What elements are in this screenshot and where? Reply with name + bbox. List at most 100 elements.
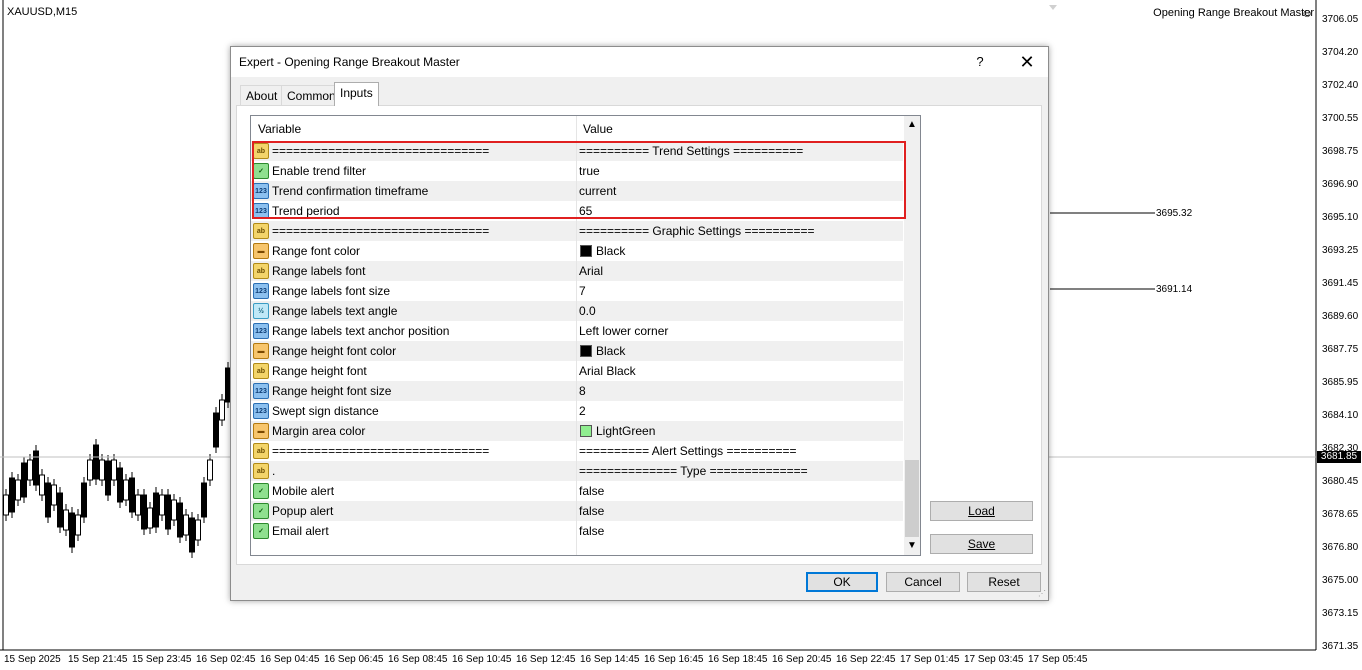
smiley-icon[interactable]: ☺ xyxy=(1301,7,1313,19)
value-cell[interactable]: LightGreen xyxy=(596,424,655,438)
table-row[interactable]: ✓ Popup alert false xyxy=(251,501,903,521)
cancel-button[interactable]: Cancel xyxy=(886,572,960,592)
num-icon: 123 xyxy=(253,183,269,199)
table-row[interactable]: ab =============================== =======… xyxy=(251,141,903,161)
price-tick-label: 3689.60 xyxy=(1322,311,1359,322)
value-cell[interactable]: false xyxy=(579,524,604,538)
color-swatch[interactable] xyxy=(580,245,592,257)
reset-button[interactable]: Reset xyxy=(967,572,1041,592)
candle xyxy=(105,460,111,496)
table-row[interactable]: 123 Trend confirmation timeframe current xyxy=(251,181,903,201)
num-icon: 123 xyxy=(253,283,269,299)
tab-about[interactable]: About xyxy=(240,85,284,105)
candle xyxy=(69,512,75,548)
table-row[interactable]: ½ Range labels text angle 0.0 xyxy=(251,301,903,321)
scroll-down-icon[interactable]: ▼ xyxy=(904,539,920,553)
variable-cell: Email alert xyxy=(272,524,329,538)
value-cell[interactable]: false xyxy=(579,484,604,498)
table-row[interactable]: ▬ Range height font color Black xyxy=(251,341,903,361)
table-row[interactable]: ✓ Mobile alert false xyxy=(251,481,903,501)
value-cell[interactable]: 0.0 xyxy=(579,304,596,318)
tab-common[interactable]: Common xyxy=(281,85,342,105)
table-row[interactable]: 123 Range labels text anchor position Left… xyxy=(251,321,903,341)
grid-header: Variable Value xyxy=(251,116,903,142)
price-tick-label: 3671.35 xyxy=(1322,641,1359,652)
tab-inputs[interactable]: Inputs xyxy=(334,82,379,106)
candle xyxy=(93,444,99,480)
variable-cell: Range labels font xyxy=(272,264,366,278)
value-cell[interactable]: false xyxy=(579,504,604,518)
value-cell[interactable]: 2 xyxy=(579,404,586,418)
close-button[interactable]: ✕ xyxy=(1013,51,1041,73)
dialog-title: Expert - Opening Range Breakout Master xyxy=(239,55,460,69)
variable-cell: Range labels text angle xyxy=(272,304,398,318)
value-cell[interactable]: ============== Type ============== xyxy=(579,464,808,478)
price-tick-label: 3704.20 xyxy=(1322,47,1359,58)
load-button[interactable]: Load xyxy=(930,501,1033,521)
table-row[interactable]: 123 Trend period 65 xyxy=(251,201,903,221)
candle xyxy=(87,459,93,481)
ab-icon: ab xyxy=(253,223,269,239)
column-separator[interactable] xyxy=(576,116,577,555)
color-icon: ▬ xyxy=(253,243,269,259)
table-row[interactable]: ab Range labels font Arial xyxy=(251,261,903,281)
table-row[interactable]: ✓ Enable trend filter true xyxy=(251,161,903,181)
value-cell[interactable]: ========== Alert Settings ========== xyxy=(579,444,797,458)
table-row[interactable]: ▬ Range font color Black xyxy=(251,241,903,261)
candle xyxy=(57,492,63,528)
time-tick-label: 16 Sep 04:45 xyxy=(260,654,320,665)
value-cell[interactable]: Black xyxy=(596,344,625,358)
table-row[interactable]: ab =============================== =======… xyxy=(251,441,903,461)
value-cell[interactable]: 7 xyxy=(579,284,586,298)
ok-button[interactable]: OK xyxy=(806,572,878,592)
bool-icon: ✓ xyxy=(253,523,269,539)
inputs-panel: Variable Value ab =======================… xyxy=(236,105,1042,565)
table-row[interactable]: ✓ Email alert false xyxy=(251,521,903,541)
column-header-value[interactable]: Value xyxy=(583,122,613,136)
table-row[interactable]: 123 Range labels font size 7 xyxy=(251,281,903,301)
expert-name-label: Opening Range Breakout Master xyxy=(1153,7,1314,19)
variable-cell: . xyxy=(272,464,276,478)
num-icon: 123 xyxy=(253,203,269,219)
ab-icon: ab xyxy=(253,263,269,279)
color-swatch[interactable] xyxy=(580,425,592,437)
table-row[interactable]: 123 Range height font size 8 xyxy=(251,381,903,401)
dialog-titlebar[interactable]: Expert - Opening Range Breakout Master ?… xyxy=(231,47,1048,77)
value-cell[interactable]: true xyxy=(579,164,600,178)
value-cell[interactable]: 65 xyxy=(579,204,592,218)
column-header-variable[interactable]: Variable xyxy=(258,122,301,136)
value-cell[interactable]: current xyxy=(579,184,616,198)
table-row[interactable]: ab =============================== =======… xyxy=(251,221,903,241)
value-cell[interactable]: Arial Black xyxy=(579,364,636,378)
vertical-scrollbar[interactable]: ▲ ▼ xyxy=(904,116,920,555)
value-cell[interactable]: Left lower corner xyxy=(579,324,668,338)
candle xyxy=(135,494,141,516)
value-cell[interactable]: Arial xyxy=(579,264,603,278)
help-button[interactable]: ? xyxy=(969,51,991,73)
color-swatch[interactable] xyxy=(580,345,592,357)
table-row[interactable]: 123 Swept sign distance 2 xyxy=(251,401,903,421)
price-tick-label: 3695.10 xyxy=(1322,212,1359,223)
value-cell[interactable]: Black xyxy=(596,244,625,258)
variable-cell: Swept sign distance xyxy=(272,404,379,418)
value-cell[interactable]: ========== Graphic Settings ========== xyxy=(579,224,815,238)
ab-icon: ab xyxy=(253,363,269,379)
scroll-thumb[interactable] xyxy=(905,460,919,537)
resize-grip-icon[interactable]: ⋰ xyxy=(1038,590,1046,598)
scroll-up-icon[interactable]: ▲ xyxy=(904,118,920,132)
ab-icon: ab xyxy=(253,443,269,459)
variable-cell: =============================== xyxy=(272,444,490,458)
value-cell[interactable]: 8 xyxy=(579,384,586,398)
table-row[interactable]: ▬ Margin area color LightGreen xyxy=(251,421,903,441)
time-tick-label: 15 Sep 2025 xyxy=(4,654,61,665)
frac-icon: ½ xyxy=(253,303,269,319)
candle xyxy=(117,467,123,503)
value-cell[interactable]: ========== Trend Settings ========== xyxy=(579,144,803,158)
candle xyxy=(147,507,153,529)
candle xyxy=(21,462,27,498)
candle xyxy=(45,482,51,518)
table-row[interactable]: ab Range height font Arial Black xyxy=(251,361,903,381)
save-button[interactable]: Save xyxy=(930,534,1033,554)
table-row[interactable]: ab. ============== Type ============== xyxy=(251,461,903,481)
candles xyxy=(3,362,231,558)
